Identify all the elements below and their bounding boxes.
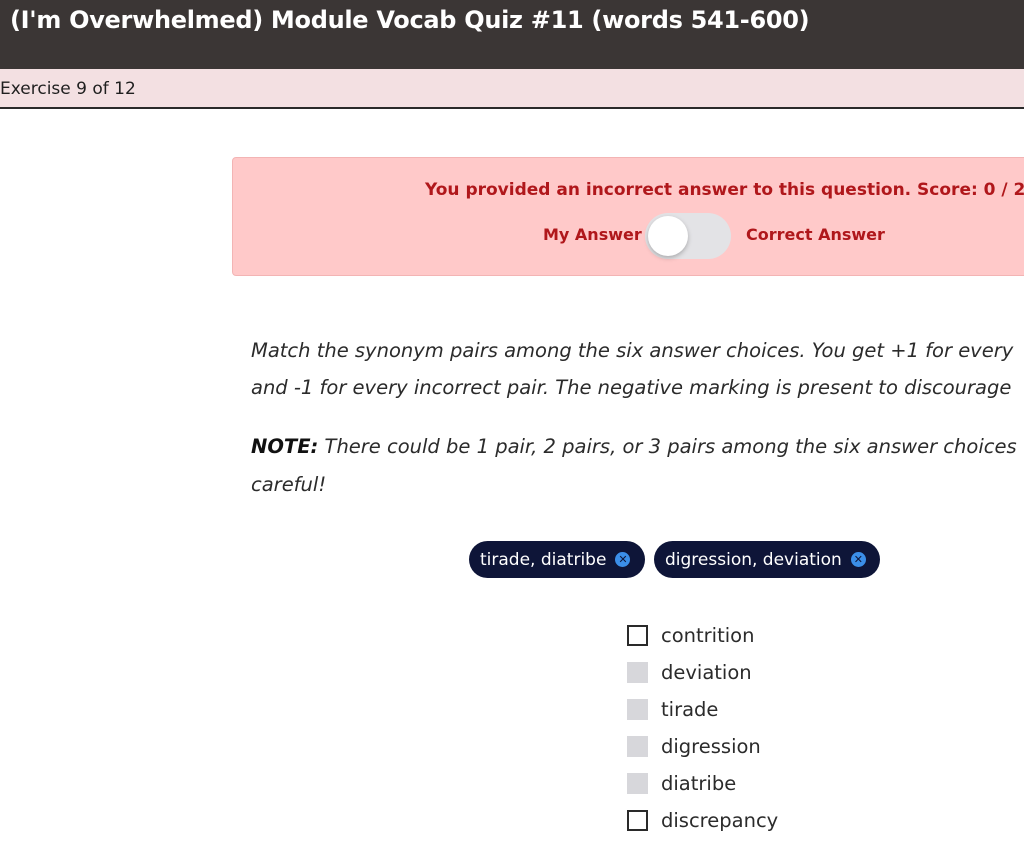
correct-answer-label: Correct Answer: [746, 225, 885, 244]
choice-label: discrepancy: [661, 808, 779, 832]
choice-discrepancy[interactable]: discrepancy: [627, 808, 779, 832]
instruction-line-1: Match the synonym pairs among the six an…: [251, 339, 1014, 362]
remove-pair-icon[interactable]: ✕: [615, 552, 631, 567]
answer-view-toggle[interactable]: [645, 213, 731, 259]
choice-deviation[interactable]: deviation: [627, 660, 752, 684]
choice-label: diatribe: [661, 771, 737, 795]
note-paragraph: NOTE: There could be 1 pair, 2 pairs, or…: [251, 435, 1017, 458]
feedback-banner: You provided an incorrect answer to this…: [232, 157, 1024, 276]
checkbox-disabled: [627, 698, 648, 720]
feedback-message: You provided an incorrect answer to this…: [425, 180, 1024, 200]
checkbox-disabled: [627, 772, 648, 794]
checkbox-disabled: [627, 661, 648, 683]
quiz-header: (I'm Overwhelmed) Module Vocab Quiz #11 …: [0, 0, 1024, 69]
exercise-counter: Exercise 9 of 12: [0, 79, 136, 99]
checkbox[interactable]: [627, 624, 648, 646]
checkbox-disabled: [627, 735, 648, 757]
remove-pair-icon[interactable]: ✕: [850, 552, 866, 567]
selected-pair-chip[interactable]: digression, deviation ✕: [654, 541, 880, 578]
choice-label: contrition: [661, 623, 755, 647]
note-label: NOTE:: [251, 435, 319, 458]
checkbox[interactable]: [627, 809, 648, 831]
exercise-progress-bar: Exercise 9 of 12: [0, 69, 1024, 109]
quiz-title: (I'm Overwhelmed) Module Vocab Quiz #11 …: [10, 6, 810, 34]
note-line-2: careful!: [251, 473, 327, 496]
chip-label: digression, deviation: [665, 549, 842, 570]
note-text-1: There could be 1 pair, 2 pairs, or 3 pai…: [318, 435, 1017, 458]
choice-tirade[interactable]: tirade: [627, 697, 719, 721]
chip-label: tirade, diatribe: [480, 549, 607, 570]
choice-diatribe[interactable]: diatribe: [627, 771, 737, 795]
choice-digression[interactable]: digression: [627, 734, 761, 758]
choice-label: deviation: [661, 660, 752, 684]
toggle-knob[interactable]: [648, 216, 688, 256]
instruction-line-2: and -1 for every incorrect pair. The neg…: [251, 376, 1012, 399]
choice-label: tirade: [661, 697, 719, 721]
selected-pair-chip[interactable]: tirade, diatribe ✕: [469, 541, 645, 578]
choice-contrition[interactable]: contrition: [627, 623, 755, 647]
choice-label: digression: [661, 734, 761, 758]
my-answer-label: My Answer: [543, 225, 642, 244]
